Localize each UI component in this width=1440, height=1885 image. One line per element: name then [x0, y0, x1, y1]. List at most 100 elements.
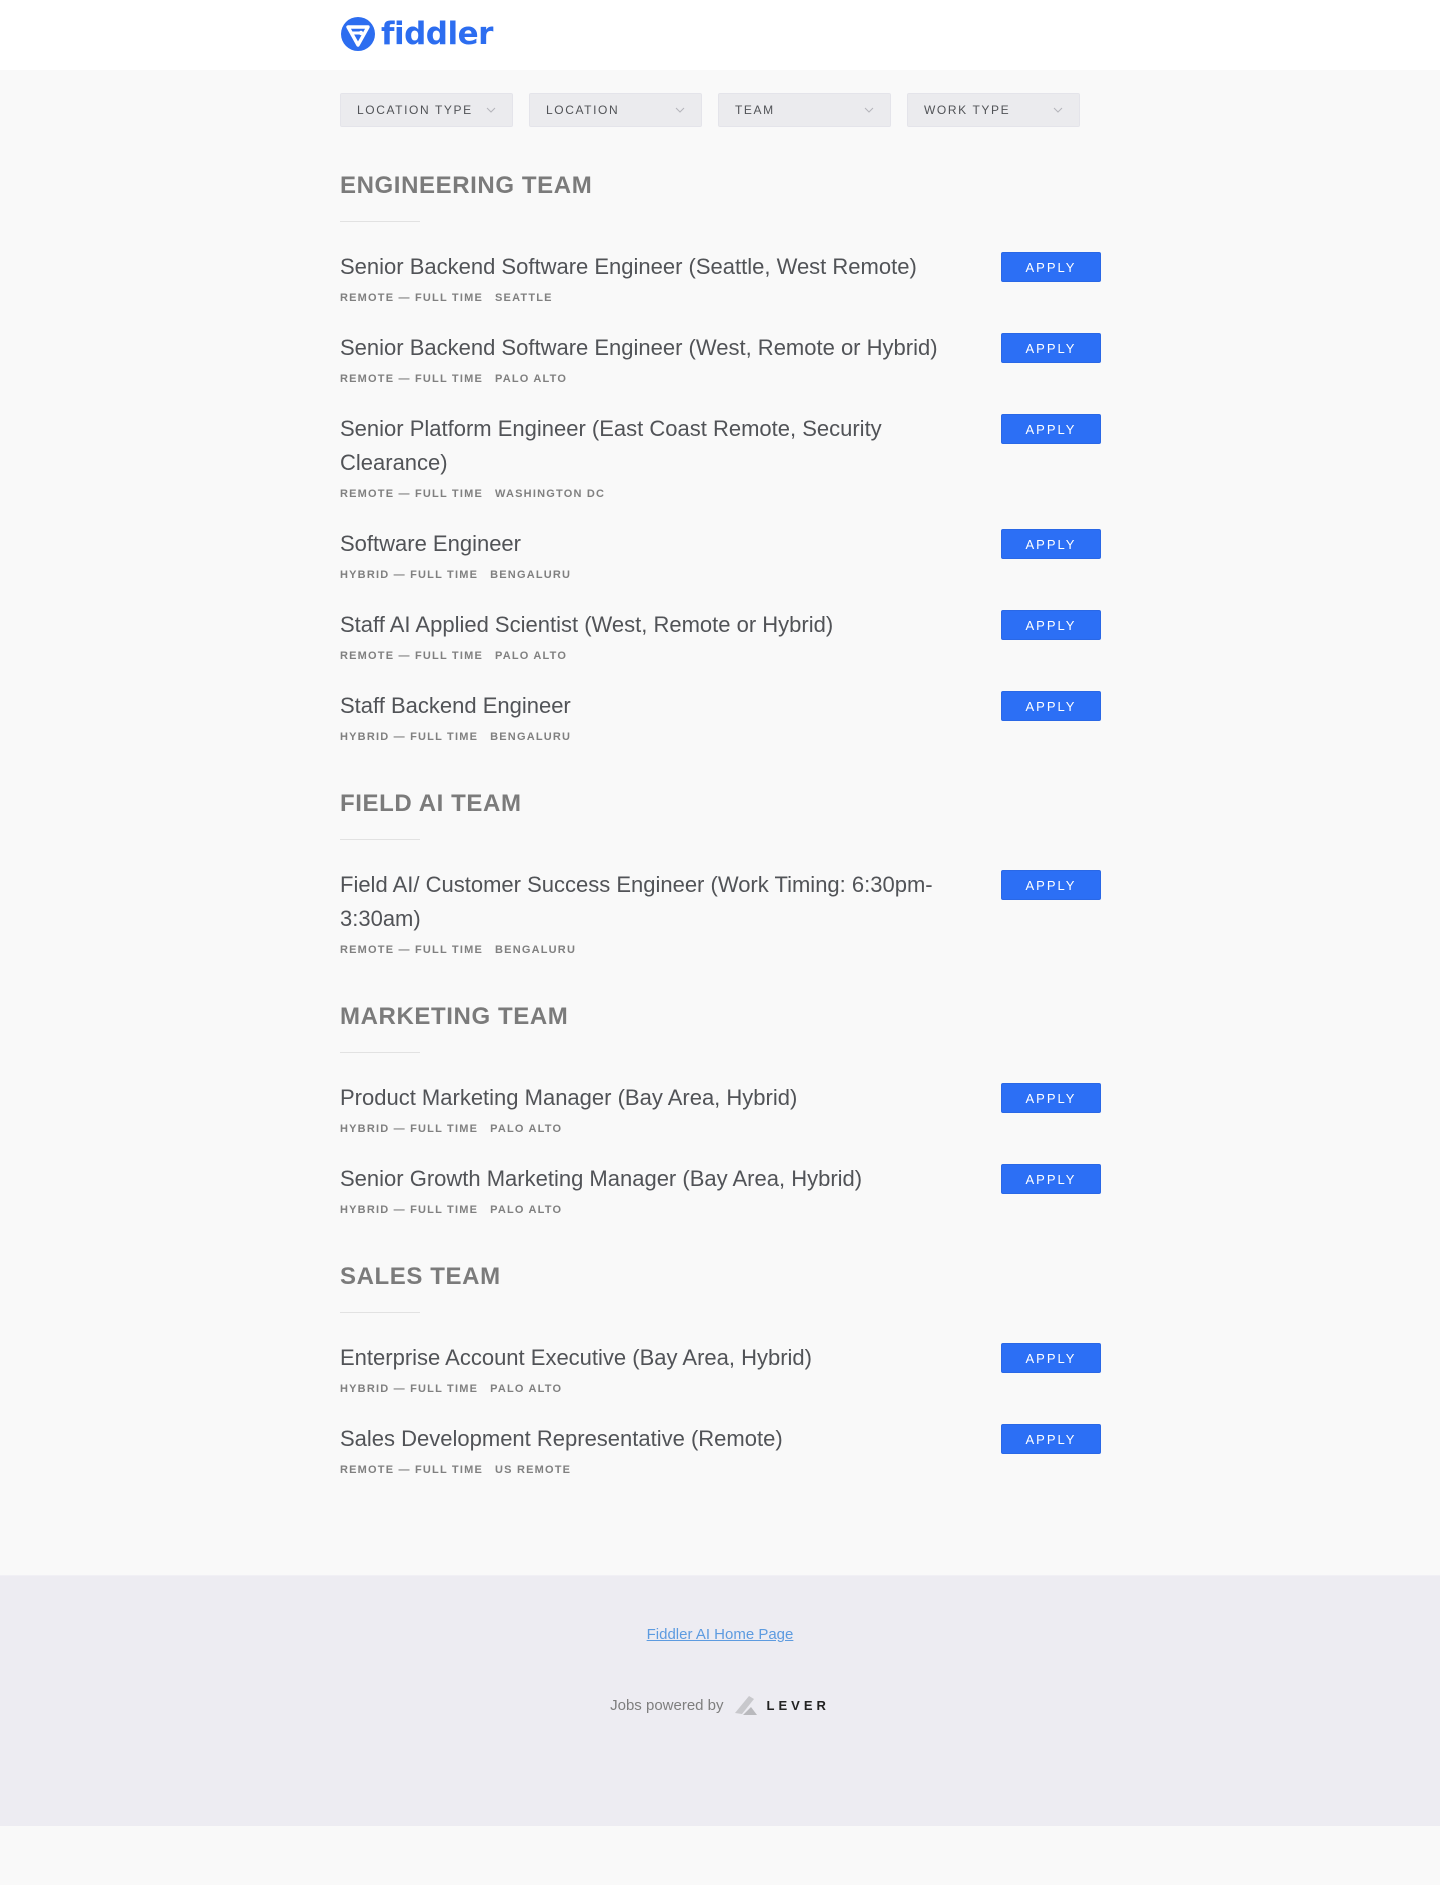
job-location: PALO ALTO: [495, 650, 568, 662]
job-location: BENGALURU: [495, 944, 577, 956]
apply-button[interactable]: APPLY: [1001, 333, 1101, 363]
job-commitment: REMOTE — FULL TIME: [340, 292, 484, 304]
page-header: fiddler: [0, 0, 1440, 70]
apply-button[interactable]: APPLY: [1001, 1343, 1101, 1373]
job-title-link[interactable]: Software Engineer: [340, 527, 970, 561]
filter-label: WORK TYPE: [924, 103, 1011, 117]
fiddler-logo-icon: [341, 17, 375, 51]
job-title-link[interactable]: Senior Backend Software Engineer (West, …: [340, 331, 970, 365]
apply-button[interactable]: APPLY: [1001, 414, 1101, 444]
job-title-link[interactable]: Product Marketing Manager (Bay Area, Hyb…: [340, 1081, 970, 1115]
job-title-link[interactable]: Senior Backend Software Engineer (Seattl…: [340, 250, 970, 284]
job-commitment: HYBRID — FULL TIME: [340, 731, 479, 743]
job-title-link[interactable]: Staff AI Applied Scientist (West, Remote…: [340, 608, 970, 642]
apply-button[interactable]: APPLY: [1001, 870, 1101, 900]
team-divider: [340, 1052, 420, 1053]
filter-work-type[interactable]: WORK TYPE: [907, 93, 1080, 127]
filter-team[interactable]: TEAM: [718, 93, 891, 127]
job-title-link[interactable]: Staff Backend Engineer: [340, 689, 970, 723]
chevron-down-icon: [675, 107, 685, 113]
job-commitment: REMOTE — FULL TIME: [340, 650, 484, 662]
job-title-link[interactable]: Senior Platform Engineer (East Coast Rem…: [340, 412, 970, 480]
job-commitment: HYBRID — FULL TIME: [340, 1383, 479, 1395]
job-commitment: REMOTE — FULL TIME: [340, 944, 484, 956]
team-heading: FIELD AI TEAM: [340, 790, 522, 817]
lever-wordmark[interactable]: LEVER: [767, 1698, 830, 1713]
job-commitment: HYBRID — FULL TIME: [340, 1204, 479, 1216]
team-section-field-ai: FIELD AI TEAM Field AI/ Customer Success…: [340, 789, 1101, 958]
job-meta: REMOTE — FULL TIME US REMOTE: [340, 1462, 970, 1478]
job-posting: Enterprise Account Executive (Bay Area, …: [340, 1341, 1101, 1397]
job-meta: REMOTE — FULL TIME PALO ALTO: [340, 648, 970, 664]
job-location: US REMOTE: [495, 1464, 572, 1476]
job-location: PALO ALTO: [490, 1123, 563, 1135]
job-posting: Senior Platform Engineer (East Coast Rem…: [340, 412, 1101, 502]
team-divider: [340, 221, 420, 222]
job-meta: REMOTE — FULL TIME PALO ALTO: [340, 371, 970, 387]
team-heading: MARKETING TEAM: [340, 1003, 569, 1030]
apply-button[interactable]: APPLY: [1001, 691, 1101, 721]
team-divider: [340, 839, 420, 840]
job-location: BENGALURU: [490, 731, 572, 743]
powered-by: Jobs powered by LEVER: [0, 1693, 1440, 1717]
team-heading: ENGINEERING TEAM: [340, 172, 593, 199]
job-posting: Senior Growth Marketing Manager (Bay Are…: [340, 1162, 1101, 1218]
job-title-link[interactable]: Field AI/ Customer Success Engineer (Wor…: [340, 868, 970, 936]
job-title-link[interactable]: Senior Growth Marketing Manager (Bay Are…: [340, 1162, 970, 1196]
chevron-down-icon: [486, 107, 496, 113]
apply-button[interactable]: APPLY: [1001, 1164, 1101, 1194]
job-posting: Senior Backend Software Engineer (Seattl…: [340, 250, 1101, 306]
job-commitment: HYBRID — FULL TIME: [340, 1123, 479, 1135]
powered-by-text: Jobs powered by: [610, 1696, 724, 1714]
job-posting: Senior Backend Software Engineer (West, …: [340, 331, 1101, 387]
fiddler-logo-link[interactable]: fiddler: [340, 16, 493, 52]
job-meta: REMOTE — FULL TIME SEATTLE: [340, 290, 970, 306]
job-title-link[interactable]: Enterprise Account Executive (Bay Area, …: [340, 1341, 970, 1375]
job-location: PALO ALTO: [490, 1204, 563, 1216]
job-posting: Software Engineer HYBRID — FULL TIME BENG…: [340, 527, 1101, 583]
filter-label: LOCATION: [546, 103, 620, 117]
apply-button[interactable]: APPLY: [1001, 252, 1101, 282]
job-meta: HYBRID — FULL TIME PALO ALTO: [340, 1121, 970, 1137]
page-footer: Fiddler AI Home Page Jobs powered by LEV…: [0, 1575, 1440, 1826]
job-title-link[interactable]: Sales Development Representative (Remote…: [340, 1422, 970, 1456]
apply-button[interactable]: APPLY: [1001, 1424, 1101, 1454]
job-meta: HYBRID — FULL TIME BENGALURU: [340, 729, 970, 745]
apply-button[interactable]: APPLY: [1001, 529, 1101, 559]
job-posting: Sales Development Representative (Remote…: [340, 1422, 1101, 1478]
apply-button[interactable]: APPLY: [1001, 1083, 1101, 1113]
job-posting: Staff AI Applied Scientist (West, Remote…: [340, 608, 1101, 664]
chevron-down-icon: [864, 107, 874, 113]
home-page-link[interactable]: Fiddler AI Home Page: [0, 1626, 1440, 1643]
job-location: SEATTLE: [495, 292, 553, 304]
job-meta: HYBRID — FULL TIME PALO ALTO: [340, 1381, 970, 1397]
job-location: PALO ALTO: [495, 373, 568, 385]
job-meta: HYBRID — FULL TIME PALO ALTO: [340, 1202, 970, 1218]
chevron-down-icon: [1053, 107, 1063, 113]
team-section-engineering: ENGINEERING TEAM Senior Backend Software…: [340, 171, 1101, 745]
filter-label: LOCATION TYPE: [357, 103, 473, 117]
team-section-marketing: MARKETING TEAM Product Marketing Manager…: [340, 1002, 1101, 1218]
postings-container: LOCATION TYPE LOCATION TEAM WORK TYPE EN…: [340, 70, 1101, 1575]
team-section-sales: SALES TEAM Enterprise Account Executive …: [340, 1262, 1101, 1478]
job-location: PALO ALTO: [490, 1383, 563, 1395]
job-meta: REMOTE — FULL TIME BENGALURU: [340, 942, 970, 958]
job-location: WASHINGTON DC: [495, 488, 606, 500]
job-posting: Staff Backend Engineer HYBRID — FULL TIM…: [340, 689, 1101, 745]
job-posting: Field AI/ Customer Success Engineer (Wor…: [340, 868, 1101, 958]
job-meta: HYBRID — FULL TIME BENGALURU: [340, 567, 970, 583]
job-commitment: REMOTE — FULL TIME: [340, 1464, 484, 1476]
job-posting: Product Marketing Manager (Bay Area, Hyb…: [340, 1081, 1101, 1137]
fiddler-logo-text: fiddler: [381, 16, 493, 52]
filter-location[interactable]: LOCATION: [529, 93, 702, 127]
job-commitment: HYBRID — FULL TIME: [340, 569, 479, 581]
apply-button[interactable]: APPLY: [1001, 610, 1101, 640]
filter-location-type[interactable]: LOCATION TYPE: [340, 93, 513, 127]
team-divider: [340, 1312, 420, 1313]
job-location: BENGALURU: [490, 569, 572, 581]
job-meta: REMOTE — FULL TIME WASHINGTON DC: [340, 486, 970, 502]
filter-label: TEAM: [735, 103, 775, 117]
team-heading: SALES TEAM: [340, 1263, 501, 1290]
lever-logo-icon: [734, 1696, 757, 1715]
filter-bar: LOCATION TYPE LOCATION TEAM WORK TYPE: [340, 93, 1100, 127]
